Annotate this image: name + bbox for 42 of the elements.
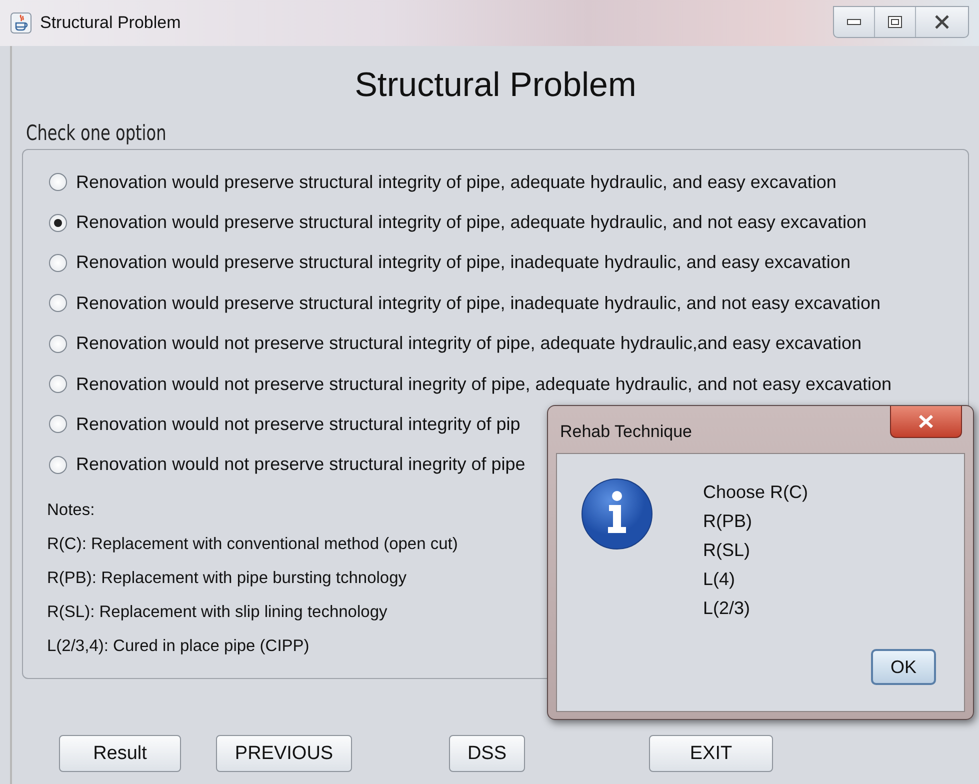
window-title: Structural Problem (40, 13, 181, 33)
message-text: R(SL) (703, 539, 750, 562)
close-button[interactable] (890, 406, 962, 438)
note-text: R(SL): Replacement with slip lining technology (47, 602, 388, 624)
option-label[interactable]: Renovation would not preserve structural inegrity of pipe (76, 454, 526, 476)
note-text: Notes: (47, 500, 95, 521)
close-icon (934, 15, 950, 29)
action-button[interactable]: DSS (449, 735, 525, 772)
java-cup-icon (10, 12, 32, 34)
radio-button[interactable] (49, 294, 67, 312)
radio-button[interactable] (49, 254, 67, 272)
message-text: L(4) (703, 568, 736, 591)
page-heading: Structural Problem (354, 66, 638, 105)
note-text: R(C): Replacement with conventional method (open cut) (47, 534, 458, 555)
info-icon (581, 478, 653, 550)
option-label[interactable]: Renovation would preserve structural integrity of pipe, inadequate hydraulic, and easy excavation (76, 252, 850, 274)
option-label[interactable]: Renovation would not preserve structural inegrity of pipe, adequate hydraulic, and not easy excavation (76, 374, 892, 395)
action-button[interactable]: Result (59, 735, 181, 772)
option-label[interactable]: Renovation would not preserve structural integrity of pip (76, 414, 520, 435)
minimize-icon (847, 19, 861, 25)
radio-button[interactable] (49, 334, 67, 353)
message-text: R(PB) (703, 510, 752, 533)
radio-button[interactable] (49, 214, 67, 232)
group-label: Check one option (26, 121, 168, 145)
radio-button[interactable] (49, 375, 67, 394)
ok-button[interactable]: OK (871, 649, 936, 685)
dialog-title: Rehab Technique (560, 422, 692, 442)
maximize-icon (888, 16, 902, 28)
close-icon (918, 415, 934, 428)
action-button[interactable]: EXIT (649, 735, 773, 772)
note-text: L(2/3,4): Cured in place pipe (CIPP) (47, 636, 310, 658)
option-label[interactable]: Renovation would preserve structural integrity of pipe, adequate hydraulic, and not easy excavation (76, 212, 866, 234)
radio-button[interactable] (49, 415, 67, 434)
option-label[interactable]: Renovation would preserve structural integrity of pipe, adequate hydraulic, and easy excavation (76, 172, 836, 193)
message-text: L(2/3) (703, 597, 750, 620)
radio-button[interactable] (49, 173, 67, 192)
message-text: Choose R(C) (703, 481, 808, 504)
action-button[interactable]: PREVIOUS (216, 735, 352, 772)
option-label[interactable]: Renovation would preserve structural integrity of pipe, inadequate hydraulic, and not easy excavation (76, 292, 880, 314)
note-text: R(PB): Replacement with pipe bursting tchnology (47, 568, 407, 589)
radio-button[interactable] (49, 456, 67, 474)
option-label[interactable]: Renovation would not preserve structural integrity of pipe, adequate hydraulic,and easy excavation (76, 333, 862, 354)
